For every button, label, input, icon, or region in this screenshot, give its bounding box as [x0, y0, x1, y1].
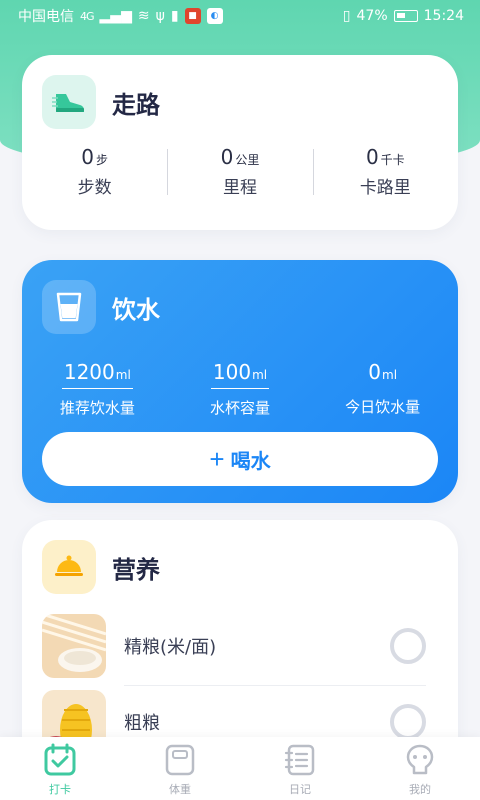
today-intake-label: 今日饮水量 — [345, 398, 421, 416]
battery-small-icon: ▮ — [170, 8, 179, 24]
wifi-icon: ≋ — [137, 8, 150, 24]
tab-profile-label: 我的 — [409, 783, 431, 796]
calories-stat: 0 千卡 卡路里 — [312, 145, 458, 198]
walk-card-header: 走路 — [22, 55, 458, 129]
battery-icon — [393, 10, 418, 22]
carrier-name: 中国电信 — [18, 9, 74, 25]
steps-unit: 步 — [96, 153, 109, 167]
distance-label: 里程 — [222, 178, 257, 198]
cloche-icon — [42, 540, 96, 594]
food-name-coarse-grain: 粗粮 — [124, 713, 160, 734]
tab-weight[interactable]: 体重 — [120, 737, 240, 800]
plus-icon: + — [209, 444, 225, 474]
signal-icon: ▂▄▆ — [99, 8, 132, 24]
tab-checkin[interactable]: 打卡 — [0, 737, 120, 800]
check-circle-refined-grain[interactable] — [390, 628, 426, 664]
rice-noodle-icon — [42, 614, 106, 678]
clock: 15:24 — [423, 8, 464, 24]
food-list: 精粮(米/面) 粗粮 — [22, 610, 458, 758]
walk-stats: 0步 步数 0 公里 里程 0 千卡 卡路里 — [22, 145, 458, 198]
cup-capacity-value: 100 — [212, 360, 252, 384]
today-intake-value: 0 — [368, 360, 382, 384]
cup-capacity-label: 水杯容量 — [210, 399, 271, 417]
walk-title: 走路 — [112, 90, 160, 119]
nutrition-card-header: 营养 — [22, 520, 458, 594]
calendar-check-icon — [44, 743, 76, 776]
recommended-intake-value: 1200 — [63, 360, 115, 384]
recommended-intake-label: 推荐饮水量 — [59, 399, 135, 417]
recommended-intake-unit: ml — [115, 368, 131, 382]
status-bar: 中国电信 4G ▂▄▆ ≋ ψ ▮ ■ ◐ ▯ 47% 15:24 — [0, 0, 480, 32]
food-name-refined-grain: 精粮(米/面) — [124, 637, 217, 658]
today-intake-stat: 0ml 今日饮水量 — [311, 360, 454, 418]
scale-icon — [165, 744, 195, 776]
network-type: 4G — [80, 9, 94, 23]
app-notification-icon: ■ — [184, 8, 201, 24]
check-circle-coarse-grain[interactable] — [390, 704, 426, 740]
cup-capacity-unit: ml — [252, 368, 268, 382]
bottom-tab-bar: 打卡 体重 日记 我的 — [0, 737, 480, 800]
nutrition-title: 营养 — [112, 555, 160, 584]
tab-checkin-label: 打卡 — [49, 783, 71, 796]
distance-stat: 0 公里 里程 — [167, 145, 312, 198]
tab-profile[interactable]: 我的 — [360, 737, 480, 800]
steps-value: 0 — [81, 145, 95, 169]
status-left: 中国电信 4G ▂▄▆ ≋ ψ ▮ ■ ◐ — [18, 6, 223, 26]
status-right: ▯ 47% 15:24 — [343, 8, 464, 24]
water-card-header: 饮水 — [22, 260, 458, 334]
calories-unit: 千卡 — [380, 153, 405, 167]
recommended-intake-stat[interactable]: 1200ml 推荐饮水量 — [26, 360, 169, 418]
drink-water-label: 喝水 — [230, 450, 271, 473]
shoe-icon — [42, 75, 96, 129]
water-card[interactable]: 饮水 1200ml 推荐饮水量 100ml 水杯容量 0ml 今日饮水量 + 喝… — [22, 260, 458, 503]
steps-stat: 0步 步数 — [22, 145, 167, 198]
drink-water-button[interactable]: + 喝水 — [42, 432, 438, 486]
steps-label: 步数 — [77, 178, 112, 198]
battery-percent: 47% — [356, 8, 388, 24]
tab-weight-label: 体重 — [169, 783, 191, 796]
app-notification-icon-2: ◐ — [206, 8, 223, 24]
distance-unit: 公里 — [235, 153, 260, 167]
walk-card[interactable]: 走路 0步 步数 0 公里 里程 0 千卡 卡路里 — [22, 55, 458, 230]
water-title: 饮水 — [112, 295, 160, 324]
usb-icon: ψ — [155, 8, 165, 24]
water-stats: 1200ml 推荐饮水量 100ml 水杯容量 0ml 今日饮水量 — [22, 360, 458, 418]
calories-value: 0 — [365, 145, 379, 169]
tab-diary-label: 日记 — [289, 783, 311, 796]
profile-icon — [406, 744, 434, 775]
food-item-refined-grain[interactable]: 精粮(米/面) — [22, 610, 458, 686]
calories-label: 卡路里 — [359, 178, 411, 198]
distance-value: 0 — [220, 145, 234, 169]
cup-icon — [42, 280, 96, 334]
cup-capacity-stat[interactable]: 100ml 水杯容量 — [169, 360, 312, 418]
tab-diary[interactable]: 日记 — [240, 737, 360, 800]
vibrate-icon: ▯ — [342, 8, 351, 24]
today-intake-unit: ml — [382, 368, 398, 382]
notebook-icon — [284, 744, 315, 776]
